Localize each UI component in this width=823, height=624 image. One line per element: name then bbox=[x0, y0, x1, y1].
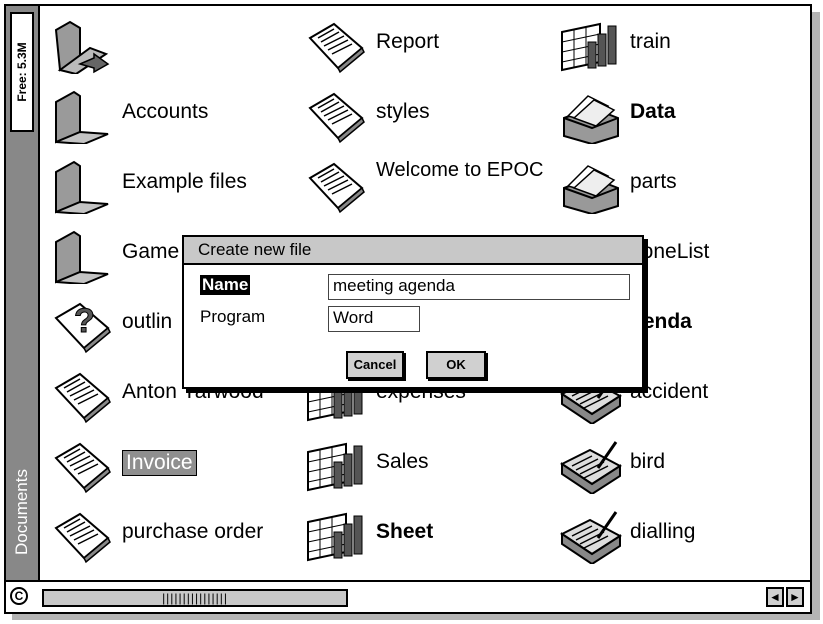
document-icon bbox=[308, 22, 365, 74]
documents-tab[interactable]: Documents bbox=[10, 450, 34, 574]
document-icon bbox=[54, 372, 111, 424]
file-item-train[interactable]: train bbox=[558, 14, 808, 76]
file-item-sales[interactable]: Sales bbox=[304, 434, 554, 496]
folder-up-icon bbox=[54, 20, 110, 74]
agenda-icon bbox=[560, 441, 622, 494]
file-label: dialling bbox=[630, 520, 696, 543]
ok-button[interactable]: OK bbox=[426, 351, 486, 379]
file-item-sheet[interactable]: Sheet bbox=[304, 504, 554, 566]
file-item-parts[interactable]: parts bbox=[558, 154, 808, 216]
file-label: Report bbox=[376, 30, 440, 53]
folder-icon bbox=[55, 160, 109, 214]
sheet-icon bbox=[561, 22, 617, 72]
scroll-left-icon[interactable]: ◄ bbox=[766, 587, 784, 607]
file-label: Sheet bbox=[376, 520, 434, 543]
sheet-icon bbox=[307, 442, 363, 492]
sheet-icon bbox=[307, 512, 363, 562]
document-icon bbox=[308, 92, 365, 144]
file-item-example-files[interactable]: Example files bbox=[50, 154, 300, 216]
free-space-label: Free: 5.3M bbox=[15, 42, 29, 102]
document-icon bbox=[308, 162, 365, 214]
file-item-report[interactable]: Report bbox=[304, 14, 554, 76]
agenda-icon bbox=[560, 511, 622, 564]
document-icon bbox=[54, 442, 111, 494]
free-space-tab[interactable]: Free: 5.3M bbox=[10, 12, 34, 132]
scroll-right-icon[interactable]: ► bbox=[786, 587, 804, 607]
folder-icon bbox=[55, 230, 109, 284]
folder-icon bbox=[55, 90, 109, 144]
file-label: styles bbox=[376, 100, 430, 123]
file-item-data[interactable]: Data bbox=[558, 84, 808, 146]
document-icon bbox=[54, 512, 111, 564]
program-label: Program bbox=[200, 307, 266, 326]
file-label: purchase order bbox=[122, 520, 264, 543]
horizontal-scrollbar[interactable]: C |||||||||||||||| ◄ ► bbox=[6, 580, 810, 612]
file-item-accounts[interactable]: Accounts bbox=[50, 84, 300, 146]
program-select[interactable]: Word bbox=[328, 306, 420, 332]
file-item-bird[interactable]: bird bbox=[558, 434, 808, 496]
file-item-purchase-order[interactable]: purchase order bbox=[50, 504, 300, 566]
help-document-icon: ? bbox=[54, 302, 111, 354]
file-item-styles[interactable]: styles bbox=[304, 84, 554, 146]
name-label: Name bbox=[200, 275, 251, 295]
svg-text:?: ? bbox=[74, 302, 95, 340]
file-label: outlin bbox=[122, 310, 173, 333]
create-file-dialog: Create new file Name meeting agenda Prog… bbox=[182, 235, 644, 389]
dialog-title: Create new file bbox=[184, 237, 642, 265]
file-label: train bbox=[630, 30, 671, 53]
file-item-welcome[interactable]: Welcome to EPOC bbox=[304, 154, 554, 216]
clipboard-c-icon[interactable]: C bbox=[10, 587, 28, 605]
cancel-button[interactable]: Cancel bbox=[346, 351, 404, 379]
scroll-thumb[interactable]: |||||||||||||||| bbox=[42, 589, 348, 607]
epoc-screen: Free: 5.3M Documents Report train Accoun… bbox=[4, 4, 812, 614]
file-label: bird bbox=[630, 450, 666, 473]
file-label-selected: Invoice bbox=[122, 450, 197, 476]
file-label: parts bbox=[630, 170, 677, 193]
file-label: Welcome to EPOC bbox=[376, 159, 544, 181]
file-label: Sales bbox=[376, 450, 429, 473]
sidebar: Free: 5.3M Documents bbox=[6, 6, 40, 580]
database-icon bbox=[563, 165, 619, 214]
database-icon bbox=[563, 95, 619, 144]
documents-title: Documents bbox=[12, 469, 31, 555]
file-label: Example files bbox=[122, 170, 247, 193]
file-label: Data bbox=[630, 100, 676, 123]
file-item-dialling[interactable]: dialling bbox=[558, 504, 808, 566]
file-item-invoice[interactable]: Invoice bbox=[50, 434, 300, 496]
file-label: Game bbox=[122, 240, 180, 263]
file-item-parent-folder[interactable] bbox=[50, 14, 300, 76]
name-field[interactable]: meeting agenda bbox=[328, 274, 630, 300]
file-label: Accounts bbox=[122, 100, 209, 123]
